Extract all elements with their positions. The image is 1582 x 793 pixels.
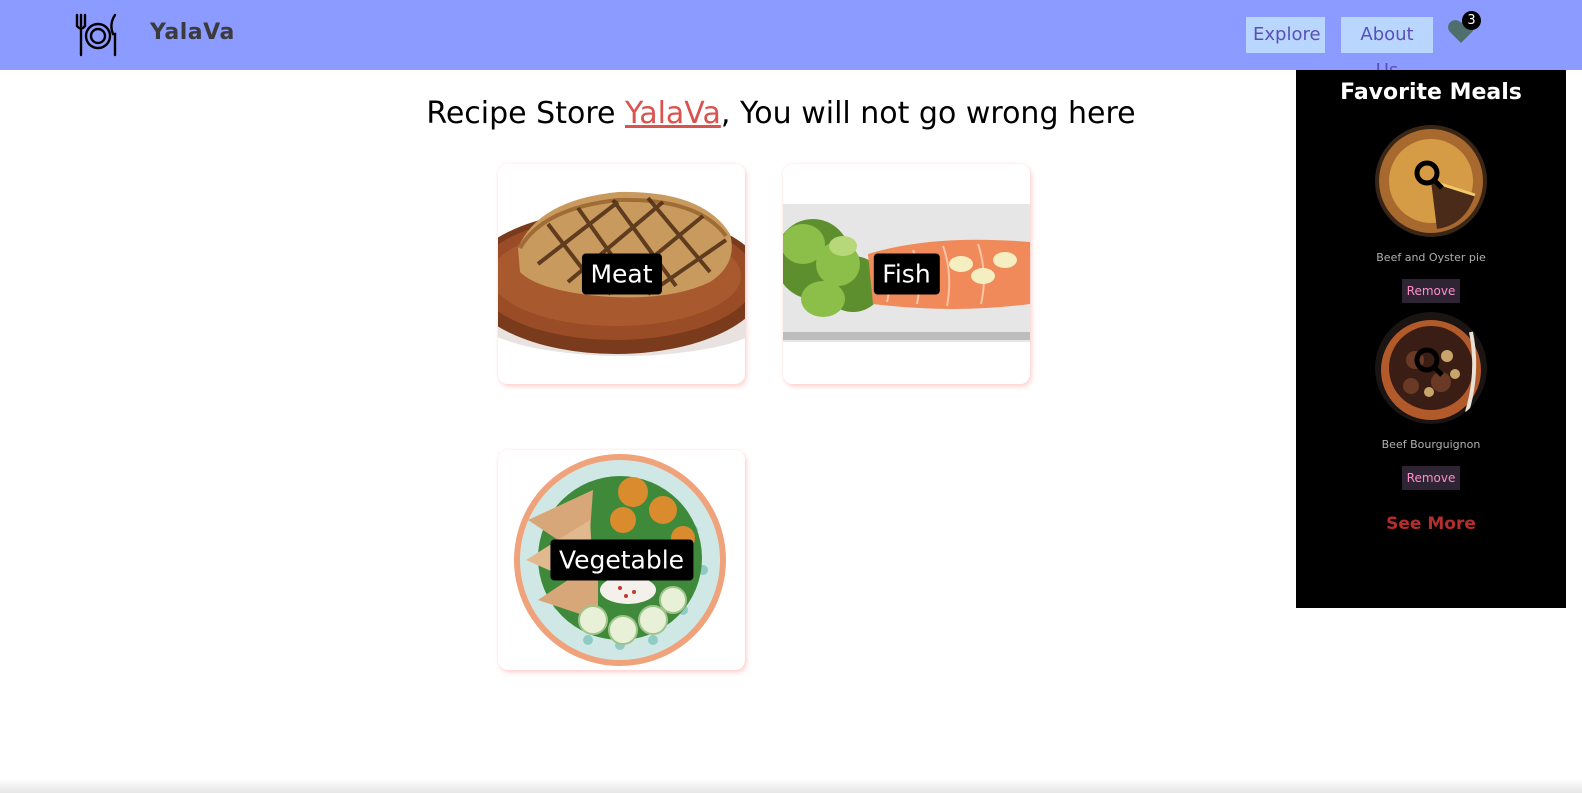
remove-favorite-button[interactable]: Remove xyxy=(1402,279,1460,303)
stew-image xyxy=(1375,312,1487,424)
headline-suffix: , You will not go wrong here xyxy=(720,96,1136,131)
headline-prefix: Recipe Store xyxy=(426,96,625,131)
favorite-thumbnail-beef-bourguignon[interactable] xyxy=(1375,312,1487,424)
category-label-fish: Fish xyxy=(873,253,940,295)
favorites-count-badge: 3 xyxy=(1462,11,1481,30)
category-label-meat: Meat xyxy=(581,253,662,295)
category-card-meat[interactable]: Meat xyxy=(498,164,745,384)
pie-image xyxy=(1375,125,1487,237)
see-more-link[interactable]: See More xyxy=(1296,514,1566,534)
category-card-vegetable[interactable]: Vegetable xyxy=(498,450,745,670)
favorite-thumbnail-beef-oyster-pie[interactable] xyxy=(1375,125,1487,237)
category-card-fish[interactable]: Fish xyxy=(783,164,1030,384)
navbar: YalaVa Explore About Us 3 xyxy=(0,0,1582,81)
favorite-meals-panel: Favorite Meals Beef and Oyster pie Remov… xyxy=(1296,70,1566,608)
favorite-name: Beef Bourguignon xyxy=(1381,438,1481,451)
remove-favorite-button[interactable]: Remove xyxy=(1402,466,1460,490)
category-label-vegetable: Vegetable xyxy=(549,539,694,581)
favorites-toggle[interactable]: 3 xyxy=(1447,11,1483,50)
favorite-name: Beef and Oyster pie xyxy=(1376,251,1486,264)
headline-brand-link[interactable]: YalaVa xyxy=(625,96,721,131)
explore-button[interactable]: Explore xyxy=(1246,17,1325,53)
plate-cutlery-icon[interactable] xyxy=(73,12,121,58)
about-us-button[interactable]: About Us xyxy=(1341,17,1433,81)
horizontal-scrollbar[interactable] xyxy=(0,779,1582,793)
brand-name[interactable]: YalaVa xyxy=(150,20,235,45)
favorite-meals-title: Favorite Meals xyxy=(1340,80,1522,105)
